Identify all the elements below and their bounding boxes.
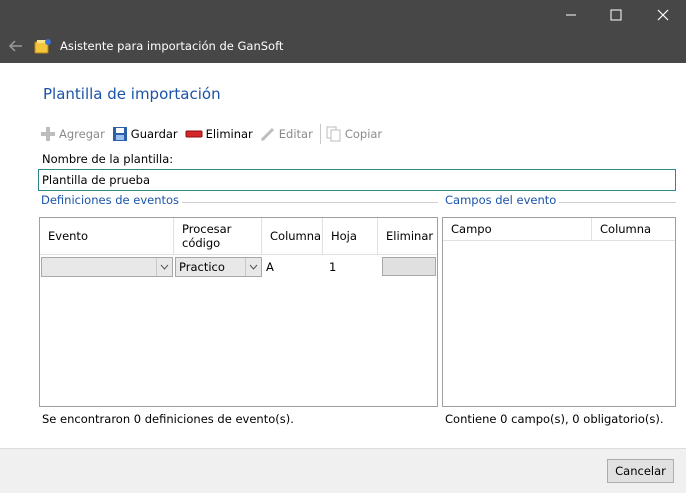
event-definitions-title: Definiciones de eventos <box>38 193 183 207</box>
procesar-codigo-combo[interactable]: Practico <box>175 256 262 277</box>
template-name-label: Nombre de la plantilla: <box>42 152 174 166</box>
event-definitions-grid[interactable]: Evento Procesar código Columna Hoja Elim… <box>39 217 438 407</box>
column-header-hoja[interactable]: Hoja <box>323 218 378 254</box>
app-icon <box>34 38 52 54</box>
page-title: Plantilla de importación <box>43 85 221 103</box>
procesar-codigo-cell[interactable]: Practico <box>174 255 262 278</box>
back-button[interactable] <box>6 36 26 56</box>
delete-button-label: Eliminar <box>205 127 253 141</box>
close-icon <box>657 9 669 21</box>
event-fields-status: Contiene 0 campo(s), 0 obligatorio(s). <box>445 412 664 426</box>
add-button[interactable]: Agregar <box>40 126 105 142</box>
chevron-down-icon <box>156 257 172 276</box>
minimize-button[interactable] <box>548 0 594 30</box>
template-name-input[interactable] <box>38 169 676 191</box>
footer-bar <box>0 448 686 493</box>
plus-icon <box>41 127 55 141</box>
toolbar: Agregar Guardar Eliminar Editar Copiar <box>40 124 389 144</box>
save-button-label: Guardar <box>130 127 178 141</box>
evento-combo[interactable] <box>41 256 173 277</box>
cancel-button[interactable]: Cancelar <box>607 459 674 483</box>
edit-button-label: Editar <box>278 127 313 141</box>
eliminar-row-button[interactable] <box>382 257 436 276</box>
add-button-label: Agregar <box>59 127 105 141</box>
eliminar-cell[interactable] <box>378 255 437 278</box>
window-title: Asistente para importación de GanSoft <box>60 39 284 53</box>
floppy-disk-icon <box>112 127 127 141</box>
column-header-eliminar[interactable]: Eliminar <box>378 218 437 254</box>
toolbar-separator <box>319 124 321 144</box>
evento-cell[interactable] <box>40 255 174 278</box>
copy-button[interactable]: Copiar <box>326 126 382 142</box>
table-row[interactable]: Practico A 1 <box>40 255 437 278</box>
delete-bar-icon <box>185 130 203 138</box>
copy-icon <box>326 126 341 142</box>
hoja-cell[interactable]: 1 <box>323 255 378 278</box>
column-header-columna[interactable]: Columna <box>262 218 323 254</box>
edit-button[interactable]: Editar <box>260 126 313 142</box>
title-bar: Asistente para importación de GanSoft <box>0 0 686 63</box>
column-header-evento[interactable]: Evento <box>40 218 174 254</box>
event-definitions-status: Se encontraron 0 definiciones de evento(… <box>42 412 294 426</box>
event-fields-grid[interactable]: Campo Columna <box>442 217 676 407</box>
column-header-campo[interactable]: Campo <box>443 218 592 240</box>
maximize-icon <box>610 9 622 21</box>
chevron-down-icon <box>245 257 261 276</box>
grid-header: Evento Procesar código Columna Hoja Elim… <box>40 218 437 255</box>
column-header-procesar-codigo[interactable]: Procesar código <box>174 218 262 254</box>
delete-button[interactable]: Eliminar <box>185 126 253 142</box>
save-button[interactable]: Guardar <box>112 126 178 142</box>
back-arrow-icon <box>8 40 22 52</box>
pencil-icon <box>260 127 274 141</box>
event-fields-title: Campos del evento <box>442 193 560 207</box>
copy-button-label: Copiar <box>344 127 383 141</box>
close-button[interactable] <box>640 0 686 30</box>
column-header-columna[interactable]: Columna <box>592 218 675 240</box>
maximize-button[interactable] <box>593 0 639 30</box>
procesar-codigo-value: Practico <box>179 259 225 274</box>
fields-grid-header: Campo Columna <box>443 218 675 241</box>
minimize-icon <box>566 14 576 16</box>
columna-cell[interactable]: A <box>262 255 323 278</box>
